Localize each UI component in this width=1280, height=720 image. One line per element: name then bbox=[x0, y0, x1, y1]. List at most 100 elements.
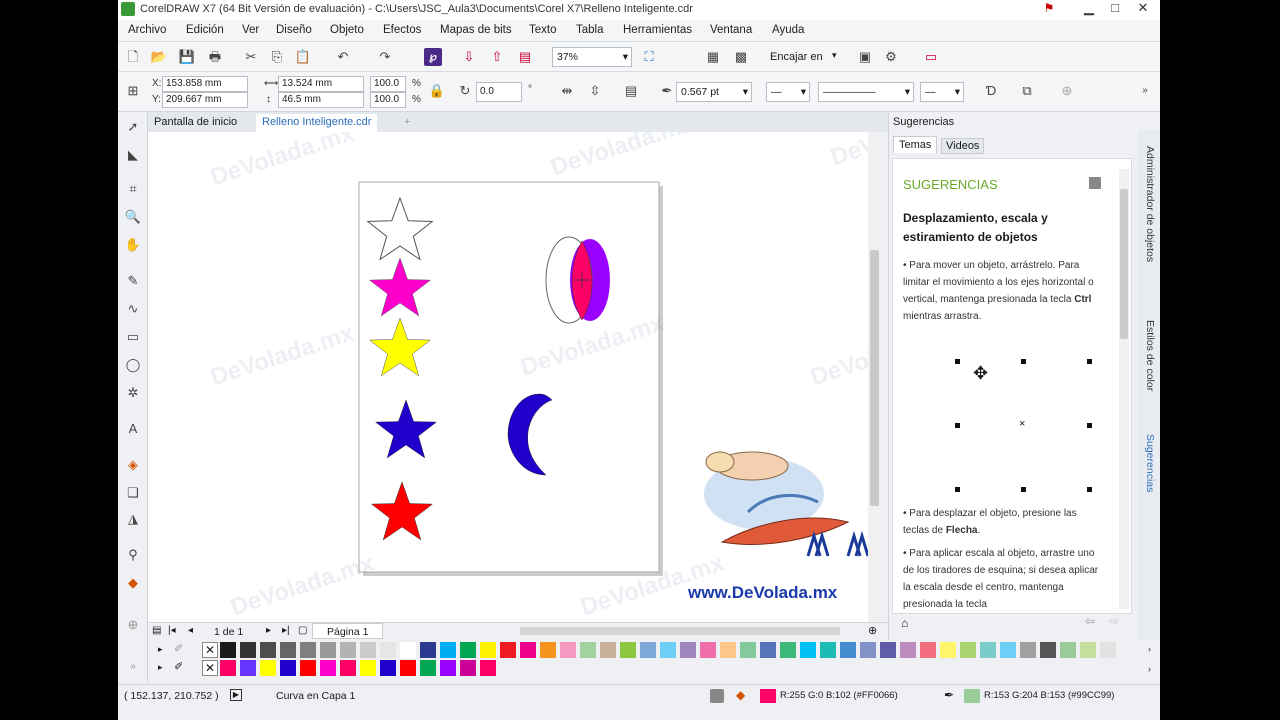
color-swatch[interactable] bbox=[1000, 642, 1016, 658]
maximize-button[interactable]: □ bbox=[1102, 0, 1128, 18]
undo-icon[interactable]: ↶ bbox=[334, 48, 352, 66]
horizontal-scrollbar[interactable] bbox=[520, 627, 840, 635]
color-swatch[interactable] bbox=[320, 660, 336, 676]
tab-temas[interactable]: Temas bbox=[893, 136, 938, 153]
color-swatch[interactable] bbox=[480, 660, 496, 676]
expand-toolbar-icon[interactable]: » bbox=[1136, 82, 1154, 100]
back-arrow-icon[interactable]: ⇦ bbox=[1085, 614, 1095, 628]
pan-tool-icon[interactable]: ✋ bbox=[124, 236, 142, 254]
color-swatch[interactable] bbox=[740, 642, 756, 658]
color-swatch[interactable] bbox=[260, 660, 276, 676]
lock-ratio-icon[interactable]: 🔒 bbox=[428, 82, 446, 100]
color-swatch[interactable] bbox=[220, 660, 236, 676]
menu-mapas-de-bits[interactable]: Mapas de bits bbox=[440, 24, 512, 36]
object-origin-icon[interactable]: ⊞ bbox=[124, 82, 142, 100]
color-swatch[interactable] bbox=[440, 642, 456, 658]
color-swatch[interactable] bbox=[1020, 642, 1036, 658]
hints-scrollbar-thumb[interactable] bbox=[1120, 189, 1128, 339]
color-swatch[interactable] bbox=[640, 642, 656, 658]
color-swatch[interactable] bbox=[680, 642, 696, 658]
color-swatch[interactable] bbox=[660, 642, 676, 658]
freehand-tool-icon[interactable]: ✎ bbox=[124, 272, 142, 290]
color-swatch[interactable] bbox=[440, 660, 456, 676]
import-icon[interactable]: ⇩ bbox=[460, 48, 478, 66]
zoom-tool-icon[interactable]: 🔍 bbox=[124, 208, 142, 226]
snap-dropdown-icon[interactable]: ▾ bbox=[832, 50, 837, 61]
first-page-icon[interactable]: |◂ bbox=[168, 625, 176, 636]
color-swatch[interactable] bbox=[360, 660, 376, 676]
previous-page-icon[interactable]: ◂ bbox=[188, 625, 193, 636]
eyedropper-icon[interactable]: ✐ bbox=[174, 642, 183, 655]
color-swatch[interactable] bbox=[400, 642, 416, 658]
vertical-scrollbar-thumb[interactable] bbox=[870, 250, 879, 506]
color-swatch[interactable] bbox=[360, 642, 376, 658]
color-swatch[interactable] bbox=[760, 642, 776, 658]
x-position-field[interactable]: 153.858 mm bbox=[162, 76, 248, 92]
next-page-icon[interactable]: ▸ bbox=[266, 625, 271, 636]
y-position-field[interactable]: 209.667 mm bbox=[162, 92, 248, 108]
color-swatch[interactable] bbox=[220, 642, 236, 658]
tab-relleno-inteligente[interactable]: Relleno Inteligente.cdr bbox=[256, 114, 378, 132]
color-swatch[interactable] bbox=[1080, 642, 1096, 658]
add-tool-icon[interactable]: ⊕ bbox=[124, 616, 142, 634]
menu-diseno[interactable]: Diseño bbox=[276, 24, 312, 36]
color-swatch[interactable] bbox=[700, 642, 716, 658]
menu-texto[interactable]: Texto bbox=[529, 24, 557, 36]
rotation-icon[interactable]: ↻ bbox=[456, 82, 474, 100]
menu-objeto[interactable]: Objeto bbox=[330, 24, 364, 36]
quick-customize-icon[interactable]: ⊕ bbox=[1058, 82, 1076, 100]
full-screen-preview-icon[interactable]: ⛶ bbox=[640, 48, 658, 66]
width-field[interactable]: 13.524 mm bbox=[278, 76, 364, 92]
mirror-horizontal-icon[interactable]: ⇹ bbox=[558, 82, 576, 100]
snap-to-label[interactable]: Encajar en bbox=[770, 51, 823, 63]
color-swatch[interactable] bbox=[520, 642, 536, 658]
options-icon[interactable]: ▣ bbox=[856, 48, 874, 66]
color-swatch[interactable] bbox=[340, 642, 356, 658]
page-tab-1[interactable]: Página 1 bbox=[312, 623, 384, 639]
color-swatch[interactable] bbox=[600, 642, 616, 658]
color-swatch[interactable] bbox=[580, 642, 596, 658]
palette-scroll-icon[interactable]: ▸ bbox=[158, 662, 163, 673]
print-icon[interactable]: 🖶 bbox=[206, 48, 224, 66]
text-tool-icon[interactable]: A bbox=[124, 420, 142, 438]
color-swatch[interactable] bbox=[240, 660, 256, 676]
color-swatch[interactable] bbox=[260, 642, 276, 658]
side-tab-hints[interactable]: Sugerencias bbox=[1144, 434, 1156, 492]
menu-edicion[interactable]: Edición bbox=[186, 24, 224, 36]
show-grid-icon[interactable]: ▩ bbox=[732, 48, 750, 66]
open-icon[interactable]: 📂 bbox=[150, 48, 168, 66]
side-tab-color-styles[interactable]: Estilos de color bbox=[1144, 320, 1156, 391]
wrap-text-icon[interactable]: ⧉ bbox=[1018, 82, 1036, 100]
color-swatch[interactable] bbox=[460, 642, 476, 658]
menu-ayuda[interactable]: Ayuda bbox=[772, 24, 804, 36]
copy-icon[interactable]: ⎘ bbox=[268, 48, 286, 66]
palette-more-icon[interactable]: › bbox=[1148, 664, 1151, 674]
color-swatch[interactable] bbox=[620, 642, 636, 658]
ellipse-tool-icon[interactable]: ◯ bbox=[124, 356, 142, 374]
no-color-swatch[interactable]: ✕ bbox=[202, 642, 218, 658]
tab-videos[interactable]: Videos bbox=[941, 138, 985, 154]
height-field[interactable]: 46.5 mm bbox=[278, 92, 364, 108]
drawing-canvas[interactable]: www.DeVolada.mx DeVolada.mx DeVolada.mx … bbox=[148, 132, 878, 622]
redo-icon[interactable]: ↷ bbox=[376, 48, 394, 66]
save-icon[interactable]: 💾 bbox=[178, 48, 196, 66]
color-swatch[interactable] bbox=[1100, 642, 1116, 658]
no-color-swatch[interactable]: ✕ bbox=[202, 660, 218, 676]
color-swatch[interactable] bbox=[380, 642, 396, 658]
pick-tool-icon[interactable]: ➚ bbox=[124, 118, 142, 136]
side-tab-object-manager[interactable]: Administrador de objetos bbox=[1144, 146, 1156, 262]
user-icon[interactable]: ⚑ bbox=[1036, 0, 1062, 18]
color-swatch[interactable] bbox=[940, 642, 956, 658]
color-swatch[interactable] bbox=[420, 642, 436, 658]
line-style-dropdown[interactable]: ————— ▾ bbox=[818, 82, 914, 102]
menu-tabla[interactable]: Tabla bbox=[576, 24, 604, 36]
application-launcher-icon[interactable]: ⚙ bbox=[882, 48, 900, 66]
tab-welcome-screen[interactable]: Pantalla de inicio bbox=[148, 114, 243, 132]
book-icon[interactable] bbox=[1089, 177, 1101, 189]
eyedropper-icon[interactable]: ⚲ bbox=[124, 546, 142, 564]
color-swatch[interactable] bbox=[320, 642, 336, 658]
menu-herramientas[interactable]: Herramientas bbox=[623, 24, 692, 36]
color-swatch[interactable] bbox=[1040, 642, 1056, 658]
scale-height-field[interactable]: 100.0 bbox=[370, 92, 406, 108]
rotation-angle-field[interactable]: 0.0 bbox=[476, 82, 522, 102]
